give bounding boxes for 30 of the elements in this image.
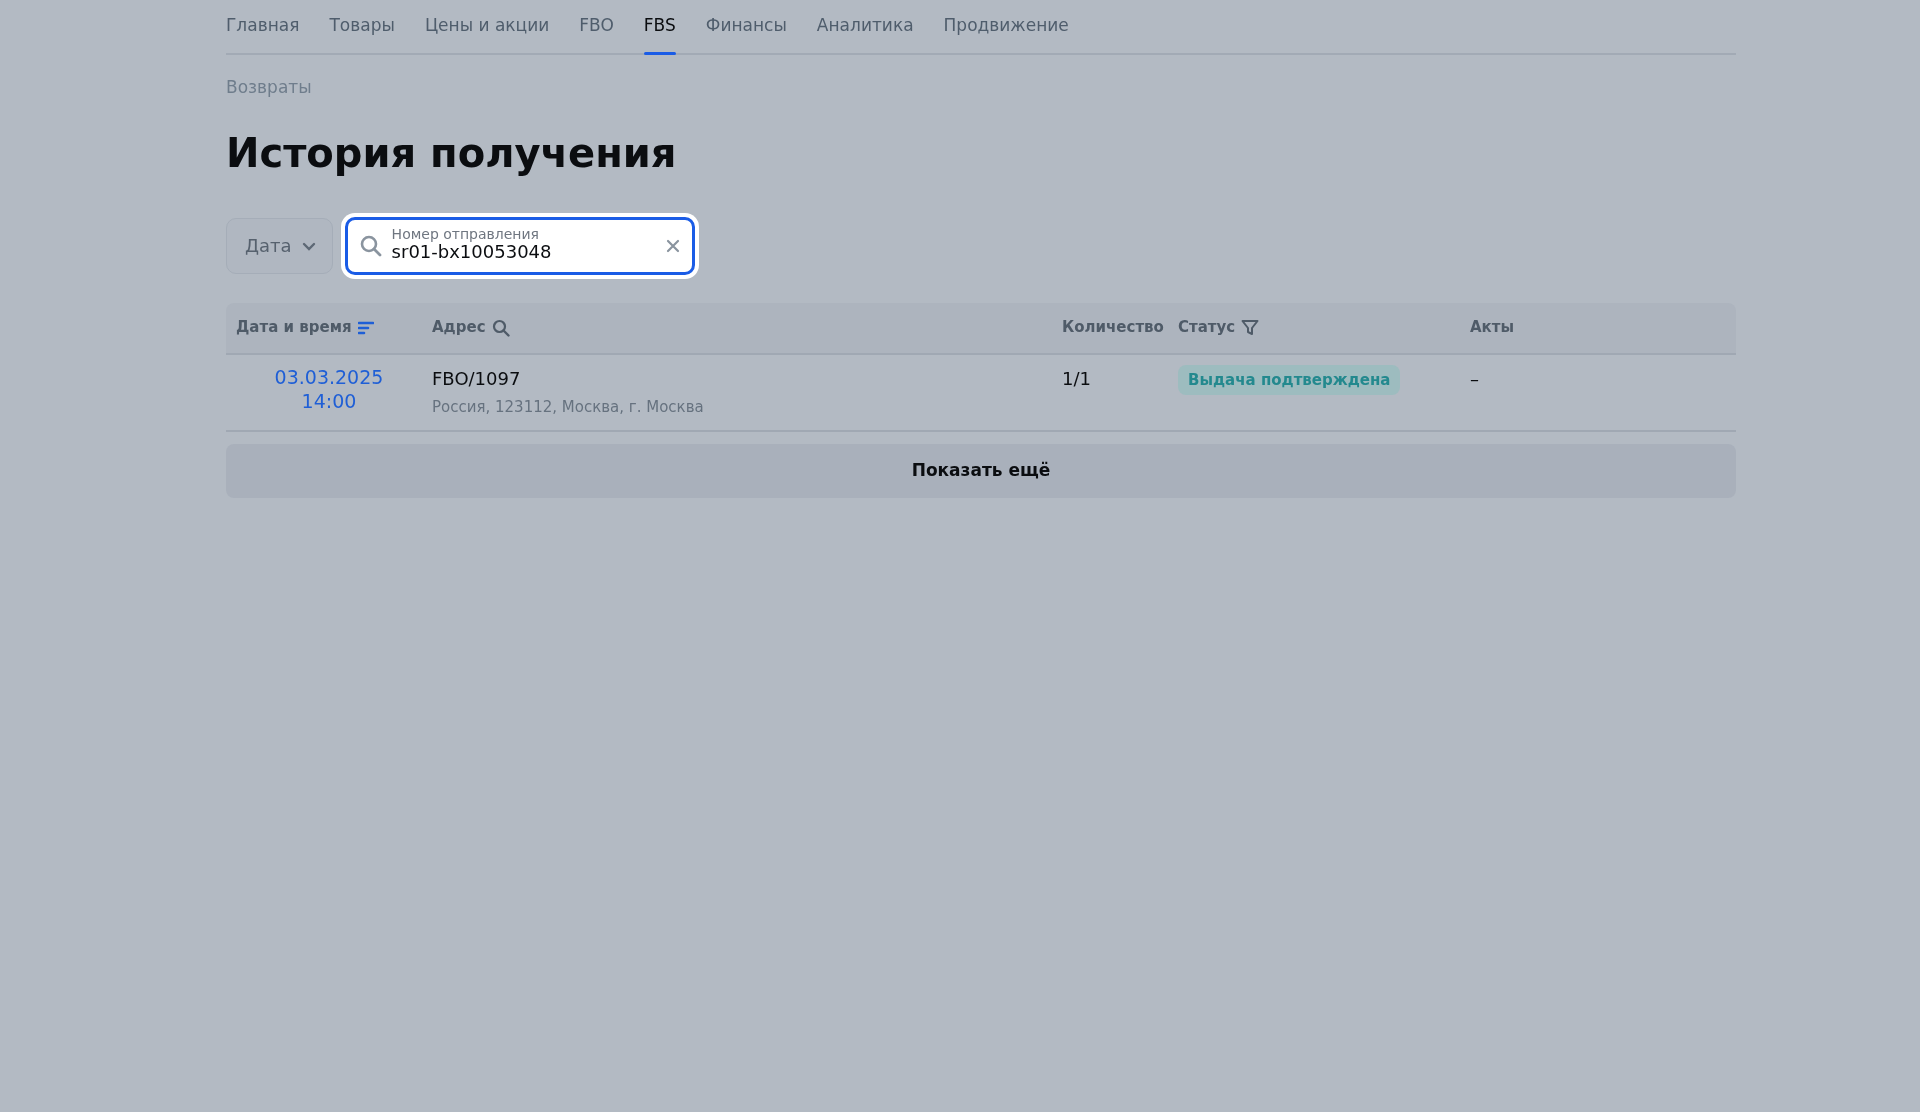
address-detail: Россия, 123112, Москва, г. Москва	[432, 396, 705, 418]
acts-text: –	[1470, 367, 1479, 389]
status-tag: Выдача подтверждена	[1178, 364, 1401, 395]
breadcrumb-link[interactable]: Возвраты	[226, 75, 1736, 101]
nav-tab[interactable]: Цены и акции	[424, 0, 550, 53]
chevron-down-icon	[301, 240, 316, 251]
nav-tab[interactable]: Финансы	[705, 0, 787, 53]
nav-tab[interactable]: FBO	[579, 0, 614, 53]
time-link[interactable]: 14:00	[236, 389, 422, 414]
date-filter-button[interactable]: Дата	[226, 217, 333, 274]
show-more-button[interactable]: Показать ещё	[226, 444, 1736, 498]
date-link[interactable]: 03.03.2025	[236, 364, 422, 390]
close-icon[interactable]	[665, 238, 680, 253]
nav-tab[interactable]: Аналитика	[816, 0, 914, 53]
column-header: Акты	[1470, 317, 1515, 339]
filter-icon[interactable]	[1241, 319, 1260, 336]
nav-tab[interactable]: Продвижение	[943, 0, 1069, 53]
search-icon[interactable]	[491, 318, 510, 337]
column-header: Дата и время	[236, 317, 352, 339]
page-title: История получения	[226, 128, 678, 177]
search-icon	[359, 234, 382, 257]
column-header: Адрес	[432, 317, 486, 339]
nav-tab[interactable]: Товары	[329, 0, 395, 53]
column-header: Статус	[1178, 317, 1236, 339]
column-header: Количество	[1062, 317, 1164, 339]
nav-tab[interactable]: FBS	[643, 0, 676, 53]
sort-icon[interactable]	[357, 320, 374, 335]
quantity-text: 1/1	[1062, 367, 1091, 389]
nav-tab[interactable]: Главная	[226, 0, 300, 53]
address-title: FBO/1097	[432, 366, 522, 391]
